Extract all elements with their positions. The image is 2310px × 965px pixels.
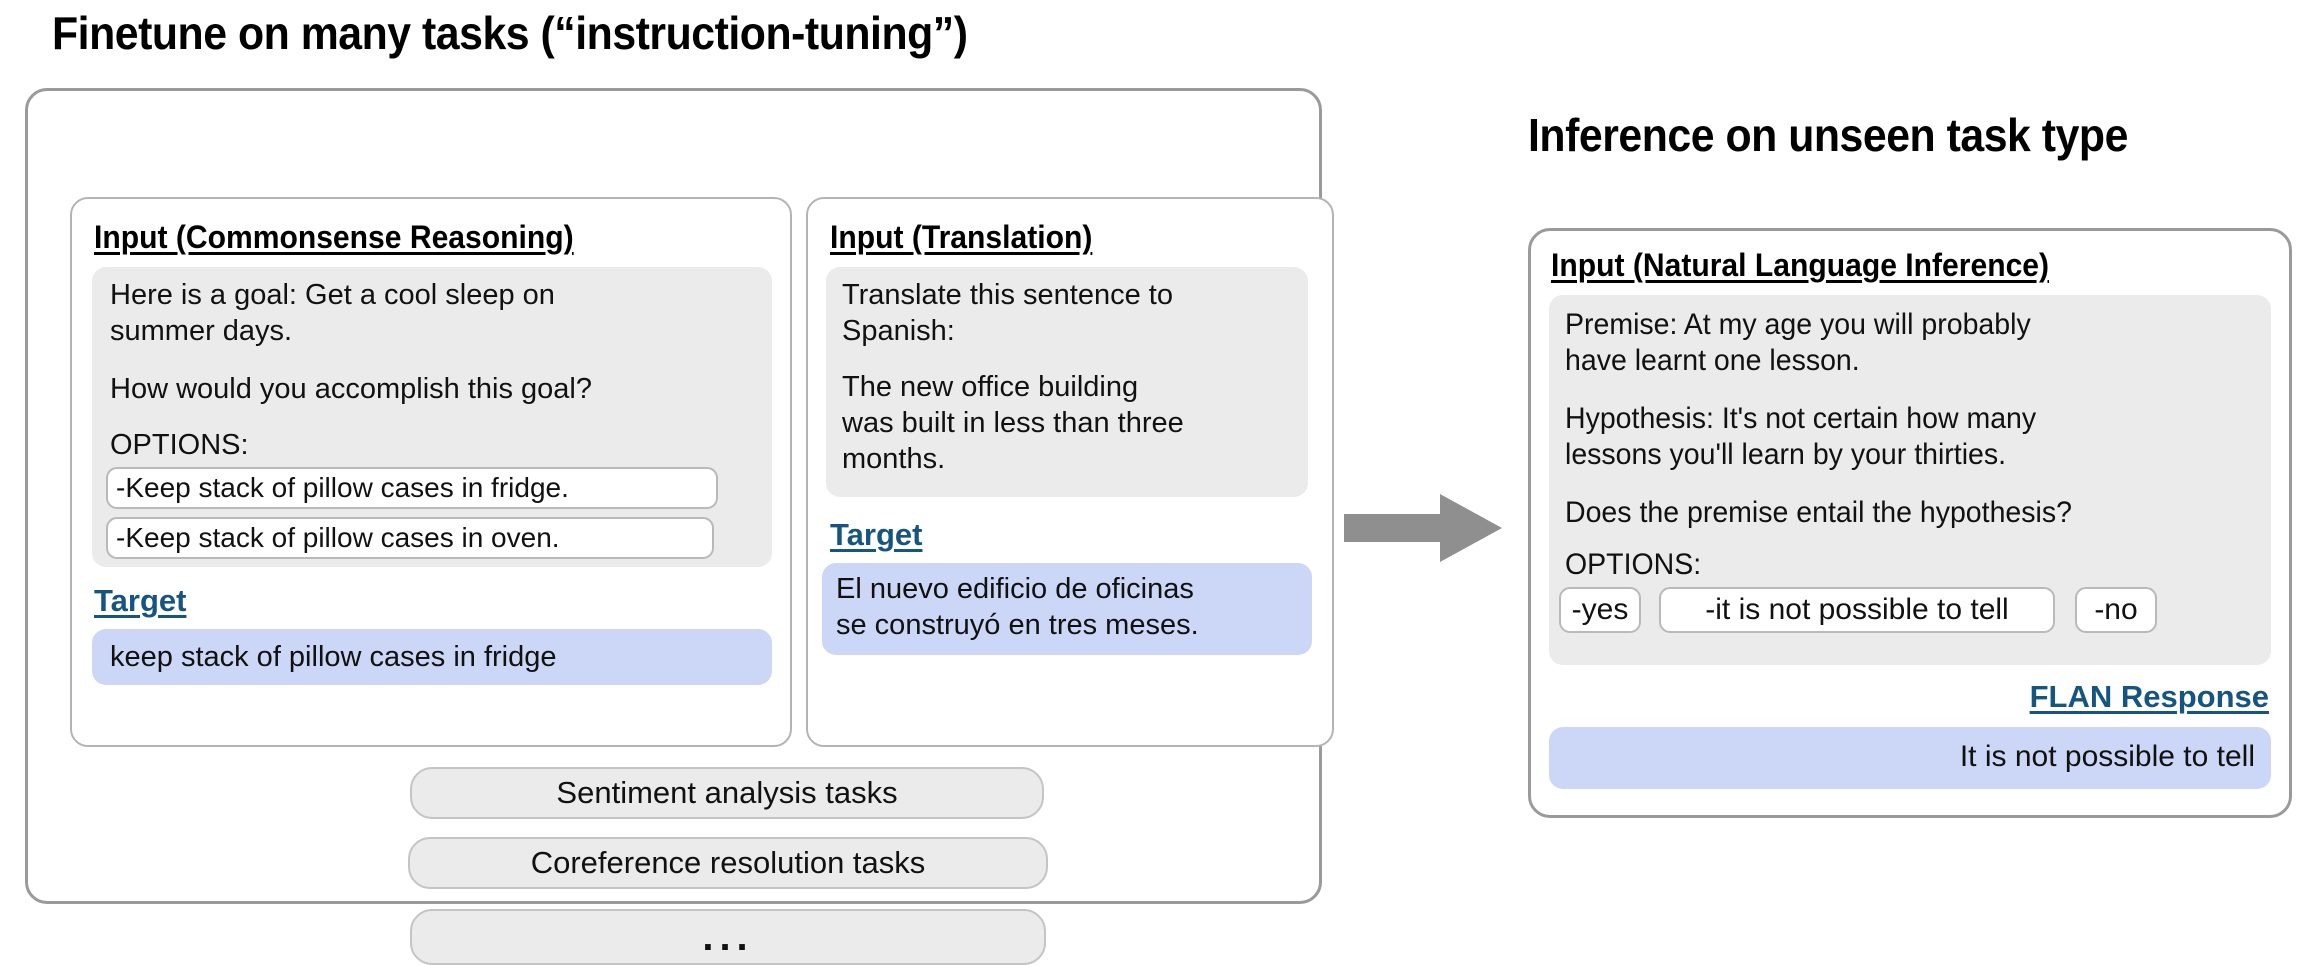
target-bubble-commonsense: keep stack of pillow cases in fridge: [92, 629, 772, 685]
target-text-line: El nuevo edificio de oficinas: [836, 573, 1194, 605]
target-label-commonsense: Target: [94, 583, 187, 618]
option-chip[interactable]: -Keep stack of pillow cases in fridge.: [106, 467, 718, 509]
input-text-line: lessons you'll learn by your thirties.: [1565, 438, 2007, 471]
task-panel-commonsense-reasoning: Input (Commonsense Reasoning) Here is a …: [70, 197, 792, 747]
input-bubble-commonsense: Here is a goal: Get a cool sleep on summ…: [92, 267, 772, 567]
input-text-line: Hypothesis: It's not certain how many: [1565, 402, 2037, 435]
inference-container: Input (Natural Language Inference) Premi…: [1528, 228, 2292, 818]
task-pill-coreference-resolution[interactable]: Coreference resolution tasks: [408, 837, 1048, 889]
input-text-line: have learnt one lesson.: [1565, 344, 1860, 377]
input-text-line: months.: [842, 443, 946, 475]
target-text-line: se construyó en tres meses.: [836, 609, 1199, 641]
input-text-line: Spanish:: [842, 315, 955, 347]
flan-response-label: FLAN Response: [2029, 679, 2269, 714]
option-chip-not-possible-to-tell[interactable]: -it is not possible to tell: [1659, 587, 2055, 633]
right-arrow-icon: [1344, 492, 1504, 564]
input-text-line: Does the premise entail the hypothesis?: [1565, 496, 2072, 529]
finetune-container: Input (Commonsense Reasoning) Here is a …: [25, 88, 1334, 965]
input-options-label: OPTIONS:: [110, 429, 249, 461]
task-pill-more-tasks[interactable]: ...: [410, 909, 1046, 965]
panel-heading-commonsense: Input (Commonsense Reasoning): [94, 219, 574, 255]
input-text-line: Premise: At my age you will probably: [1565, 308, 2031, 341]
inference-title: Inference on unseen task type: [1528, 109, 2128, 161]
input-text-line: was built in less than three: [842, 407, 1184, 439]
target-text: keep stack of pillow cases in fridge: [110, 641, 557, 673]
ellipsis-icon: ...: [702, 915, 754, 959]
target-label-translation: Target: [830, 517, 923, 552]
input-text-line: summer days.: [110, 315, 293, 347]
input-bubble-nli: Premise: At my age you will probably hav…: [1549, 295, 2271, 665]
panel-heading-nli: Input (Natural Language Inference): [1551, 247, 2050, 283]
flan-response-text: It is not possible to tell: [1959, 740, 2255, 773]
input-text-line: Here is a goal: Get a cool sleep on: [110, 279, 555, 311]
task-pill-sentiment-analysis[interactable]: Sentiment analysis tasks: [410, 767, 1044, 819]
target-bubble-translation: El nuevo edificio de oficinas se constru…: [822, 563, 1312, 655]
input-text-line: The new office building: [842, 371, 1139, 403]
input-text-line: Translate this sentence to: [842, 279, 1173, 311]
panel-heading-translation: Input (Translation): [830, 219, 1093, 255]
task-panel-translation: Input (Translation) Translate this sente…: [806, 197, 1334, 747]
input-text-line: How would you accomplish this goal?: [110, 373, 592, 405]
flan-response-bubble: It is not possible to tell: [1549, 727, 2271, 789]
input-options-label: OPTIONS:: [1565, 548, 1702, 581]
diagram-canvas: Finetune on many tasks (“instruction-tun…: [0, 0, 2310, 965]
option-chip[interactable]: -Keep stack of pillow cases in oven.: [106, 517, 714, 559]
input-bubble-translation: Translate this sentence to Spanish: The …: [826, 267, 1308, 497]
finetune-title: Finetune on many tasks (“instruction-tun…: [52, 7, 968, 59]
option-chip-no[interactable]: -no: [2075, 587, 2157, 633]
option-chip-yes[interactable]: -yes: [1559, 587, 1641, 633]
